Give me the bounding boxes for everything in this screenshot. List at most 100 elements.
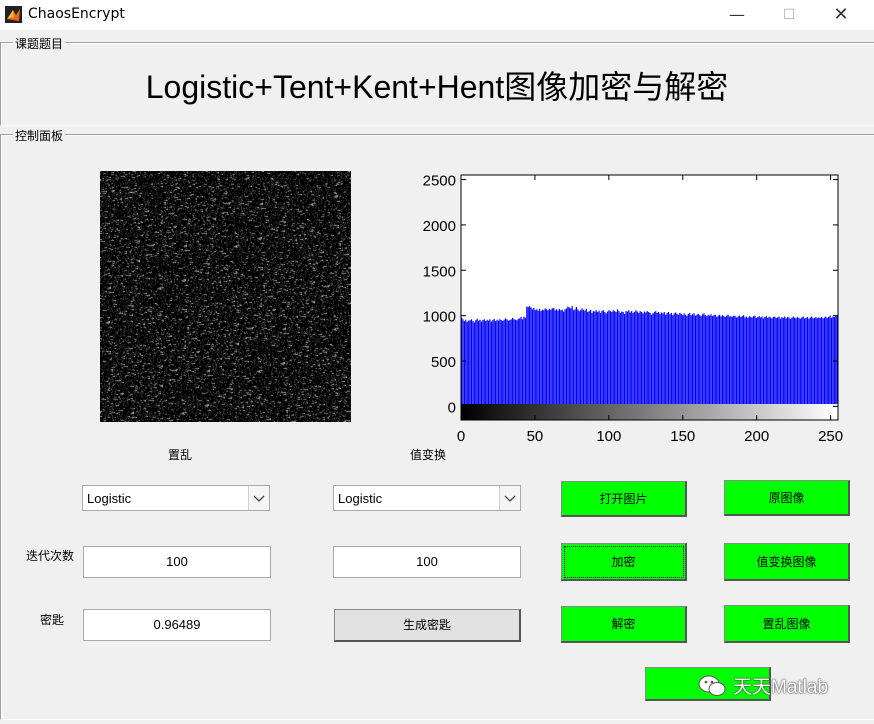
histogram-bar [662,313,664,404]
histogram-bar [499,319,501,404]
histogram-bar [616,309,619,404]
histogram-bar [472,321,474,404]
histogram-bar [544,308,546,404]
histogram-bar [564,309,566,404]
histogram-bar [599,312,602,404]
watermark-text: 天天Matlab [733,677,829,698]
histogram-bar [645,312,647,404]
key-field[interactable]: 0.96489 [83,609,271,641]
histogram-bar [798,317,800,404]
histogram-bar [567,306,569,404]
histogram-bar [638,312,640,404]
histogram-bar [479,319,481,404]
histogram-bar [536,309,538,404]
value-transform-image-button[interactable]: 值变换图像 [724,543,850,581]
histogram-bar [684,314,687,404]
histogram-bar [701,314,704,404]
histogram-bar [768,316,770,404]
histogram-bar [760,317,762,404]
histogram-bar [772,317,775,404]
histogram-bar [602,310,604,404]
histogram-bar [767,317,769,404]
transform-map-select[interactable]: Logistic [333,485,521,511]
y-tick-label: 500 [431,354,456,371]
histogram-bar [769,317,772,404]
histogram-bar [625,311,627,404]
histogram-bar [730,316,732,404]
histogram-bar [669,314,671,404]
scramble-iterations-field[interactable]: 100 [83,546,271,578]
histogram-bar [820,317,823,404]
wechat-icon [698,675,726,696]
histogram-bar [745,316,748,404]
generate-key-button[interactable]: 生成密匙 [334,609,521,642]
encrypt-button[interactable]: 加密 [561,543,687,581]
histogram-bar [815,317,817,404]
histogram-bar [589,309,592,404]
histogram-bar [533,307,535,404]
original-image-button[interactable]: 原图像 [724,480,850,516]
x-tick-label: 200 [744,428,769,445]
histogram-bar [779,318,782,404]
histogram-bar [558,308,560,404]
minimize-button[interactable]: — [714,0,760,30]
histogram-bar [825,316,827,404]
histogram-bar [540,311,542,404]
histogram-bar [699,315,701,404]
chevron-down-icon[interactable] [499,486,520,510]
histogram-bar [626,311,629,404]
transform-iterations-field[interactable]: 100 [333,546,521,578]
y-tick-label: 1500 [423,263,456,280]
histogram-bar [618,311,620,404]
histogram-bar [727,314,729,404]
histogram-bar [711,316,714,404]
histogram-bar [784,316,786,404]
histogram-bar [526,306,528,404]
histogram-bar [476,318,478,404]
histogram-bar [496,319,498,404]
histogram-bar [764,317,766,404]
histogram-bar [710,314,712,404]
histogram-bar [718,314,721,404]
close-button[interactable]: ✕ [818,0,864,30]
decrypt-button[interactable]: 解密 [561,606,687,643]
scramble-map-select[interactable]: Logistic [82,485,270,511]
histogram-bar [615,312,617,404]
histogram-bar [649,312,651,404]
histogram-bar [706,316,708,404]
maximize-button[interactable]: ☐ [766,0,812,30]
histogram-bar [720,316,722,404]
scramble-label: 置乱 [168,448,193,462]
histogram-bar [538,308,541,404]
histogram-bar [534,310,536,404]
histogram-bar [726,315,728,404]
histogram-bar [568,307,570,404]
histogram-bar [601,311,603,404]
matlab-app-icon [5,6,22,23]
histogram-bar [513,319,515,404]
histogram-bar [597,312,599,404]
x-tick-label: 150 [670,428,695,445]
histogram-bar [512,317,514,404]
histogram-bar [833,317,835,404]
open-image-button[interactable]: 打开图片 [561,481,687,517]
histogram-bar [697,313,699,404]
histogram-bar [598,310,600,404]
histogram-bar [728,316,731,404]
histogram-bar [565,308,568,404]
histogram-bar [659,313,661,404]
histogram-bar [611,312,613,404]
histogram-bar [830,317,833,404]
histogram-bar [747,317,749,404]
chevron-down-icon[interactable] [248,486,269,510]
histogram-bar [609,311,612,404]
histogram-bar [704,315,706,404]
histogram-bar [676,313,678,404]
histogram-bar [642,313,644,404]
histogram-bar [580,310,582,404]
histogram-bar [694,315,697,404]
x-tick-label: 0 [457,428,465,445]
histogram-bar [574,309,576,404]
histogram-bar [480,321,483,404]
scramble-image-button[interactable]: 置乱图像 [724,605,850,643]
